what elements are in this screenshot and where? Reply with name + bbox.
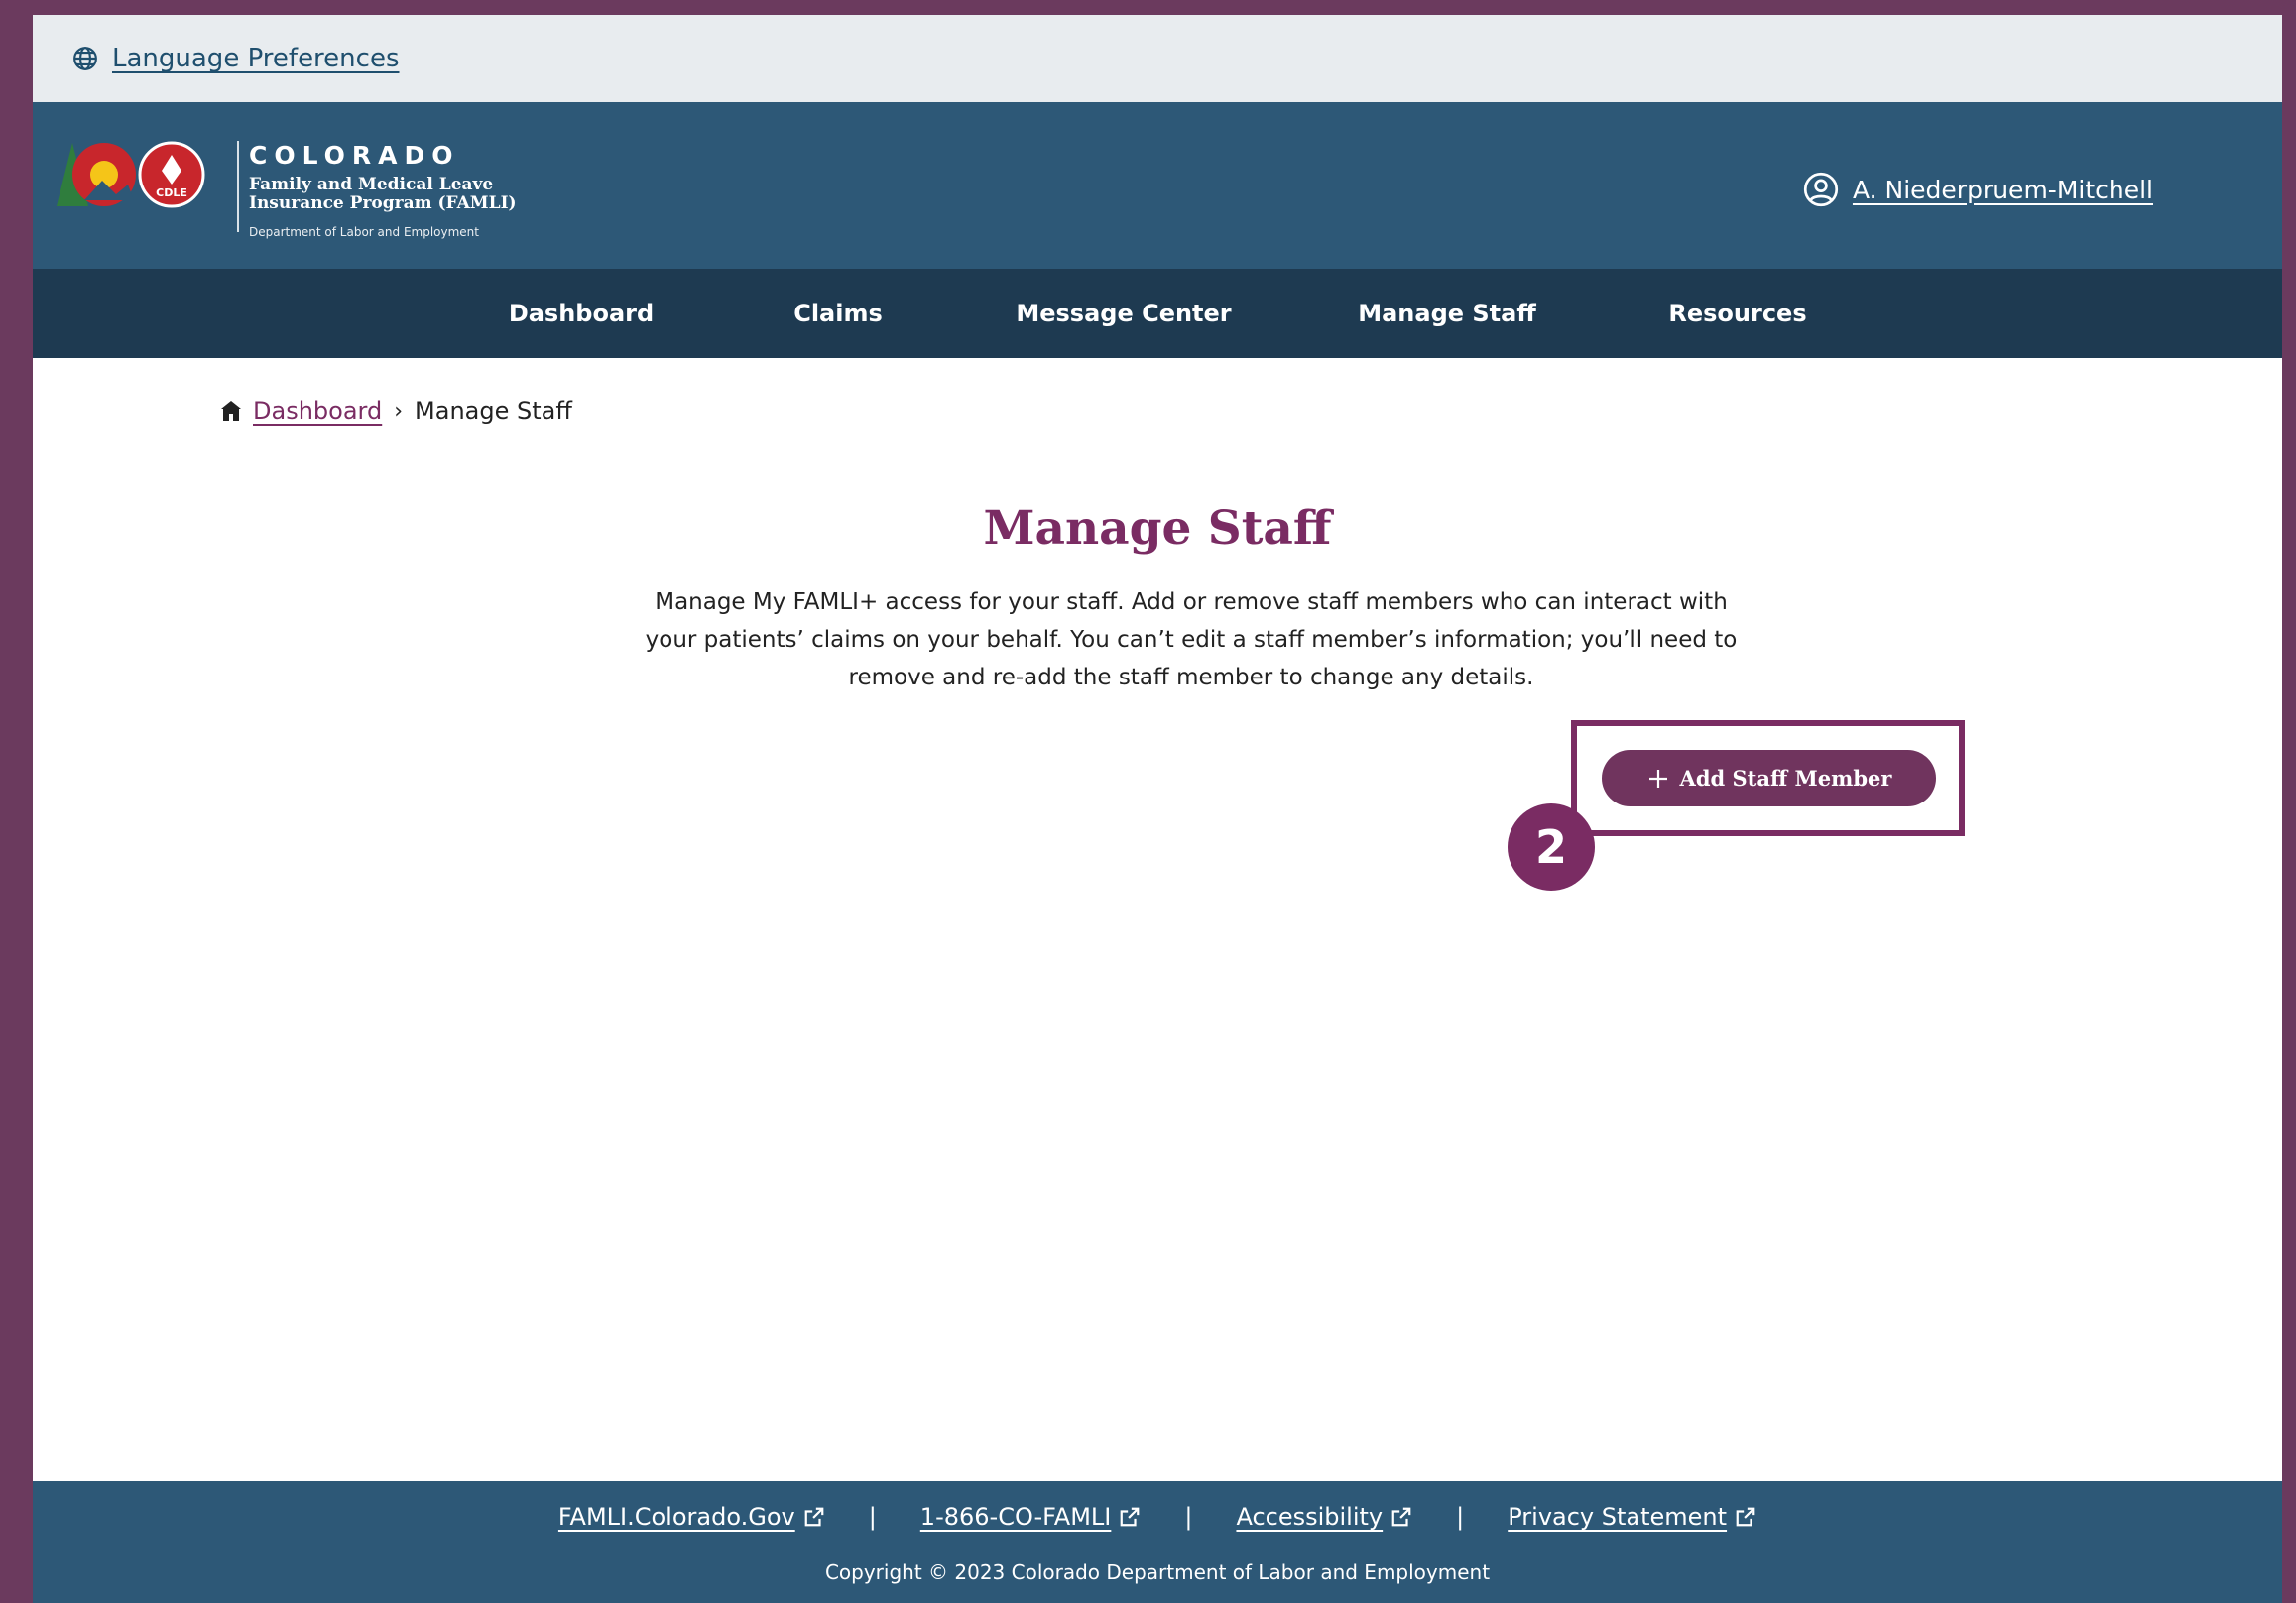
chevron-right-icon: ›	[394, 398, 404, 424]
footer-link-accessibility[interactable]: Accessibility	[1236, 1503, 1412, 1531]
language-preferences-link[interactable]: Language Preferences	[112, 44, 400, 73]
nav-item-resources[interactable]: Resources	[1668, 269, 1806, 358]
footer-separator: |	[868, 1503, 877, 1531]
footer-link-privacy-statement[interactable]: Privacy Statement	[1508, 1503, 1756, 1531]
external-link-icon	[804, 1507, 824, 1527]
footer-link-label: Accessibility	[1236, 1503, 1384, 1531]
colorado-logo-icon: CDLE	[57, 141, 205, 208]
add-staff-member-label: Add Staff Member	[1679, 766, 1892, 791]
logo-title: COLORADO	[249, 141, 460, 170]
home-icon	[221, 401, 241, 421]
famli-logo[interactable]: CDLE COLORADO Family and Medical Leave I…	[55, 135, 531, 244]
cdle-badge-text: CDLE	[156, 186, 187, 199]
plus-icon	[1648, 769, 1667, 788]
logo-subtitle-line1: Family and Medical Leave	[249, 175, 494, 194]
logo-divider	[237, 141, 239, 232]
footer-link-famli-gov[interactable]: FAMLI.Colorado.Gov	[558, 1503, 825, 1531]
logo-department: Department of Labor and Employment	[249, 225, 479, 239]
breadcrumb-dashboard-link[interactable]: Dashboard	[253, 397, 382, 425]
main-nav: Dashboard Claims Message Center Manage S…	[33, 269, 2282, 358]
footer-separator: |	[1184, 1503, 1193, 1531]
external-link-icon	[1121, 1507, 1140, 1527]
language-bar: Language Preferences	[33, 15, 2282, 102]
footer-link-phone[interactable]: 1-866-CO-FAMLI	[920, 1503, 1142, 1531]
footer-link-label: Privacy Statement	[1508, 1503, 1728, 1531]
site-footer: FAMLI.Colorado.Gov | 1-866-CO-FAMLI | Ac…	[33, 1481, 2282, 1603]
browser-page: Language Preferences CDLE COLORADO Famil…	[33, 15, 2282, 1603]
user-circle-icon	[1803, 172, 1839, 207]
user-menu[interactable]: A. Niederpruem-Mitchell	[1803, 172, 2153, 207]
globe-icon	[73, 47, 97, 70]
footer-copyright: Copyright © 2023 Colorado Department of …	[824, 1560, 1491, 1584]
breadcrumb-current: Manage Staff	[415, 397, 572, 425]
nav-item-claims[interactable]: Claims	[793, 269, 883, 358]
external-link-icon	[1736, 1507, 1755, 1527]
nav-item-dashboard[interactable]: Dashboard	[509, 269, 654, 358]
footer-links: FAMLI.Colorado.Gov | 1-866-CO-FAMLI | Ac…	[33, 1503, 2282, 1531]
nav-item-message-center[interactable]: Message Center	[1016, 269, 1231, 358]
logo-subtitle-line2: Insurance Program (FAMLI)	[249, 193, 517, 213]
footer-link-label: FAMLI.Colorado.Gov	[557, 1503, 795, 1531]
footer-separator: |	[1456, 1503, 1465, 1531]
add-staff-member-button[interactable]: Add Staff Member	[1602, 750, 1936, 806]
nav-item-manage-staff[interactable]: Manage Staff	[1358, 269, 1536, 358]
logo-text: COLORADO Family and Medical Leave Insura…	[249, 141, 517, 239]
page-title: Manage Staff	[983, 501, 1332, 555]
logo-subtitle: Family and Medical Leave Insurance Progr…	[249, 176, 517, 213]
site-header: CDLE COLORADO Family and Medical Leave I…	[33, 102, 2282, 269]
step-number-badge: 2	[1508, 803, 1595, 891]
footer-link-label: 1-866-CO-FAMLI	[919, 1503, 1112, 1531]
external-link-icon	[1391, 1507, 1411, 1527]
user-name-link[interactable]: A. Niederpruem-Mitchell	[1853, 176, 2153, 204]
breadcrumb: Dashboard › Manage Staff	[219, 397, 572, 425]
page-description: Manage My FAMLI+ access for your staff. …	[645, 589, 1738, 690]
